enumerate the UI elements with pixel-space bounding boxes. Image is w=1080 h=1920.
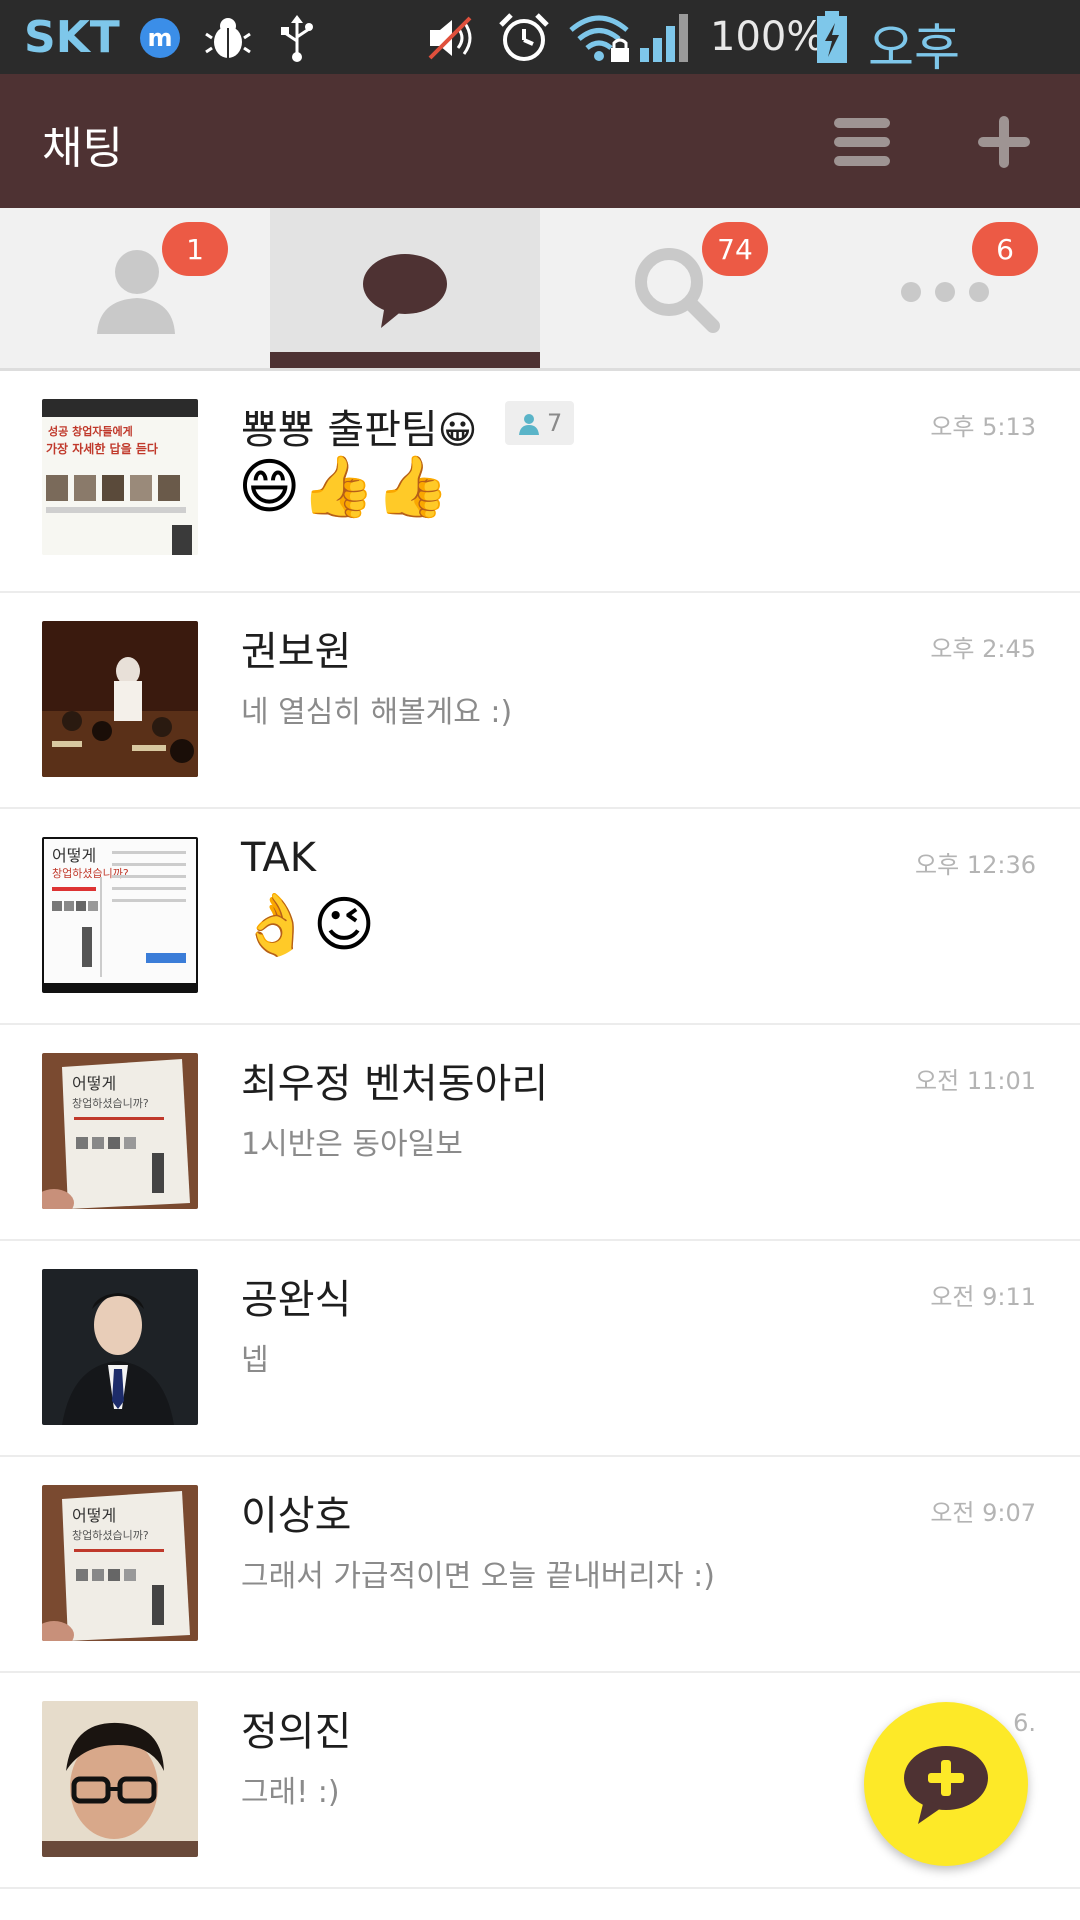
tab-chats[interactable] [270,208,540,368]
alarm-icon [494,12,554,64]
chat-time: 오후 5:13 [930,413,1036,441]
message-emoji: 👌😉 [238,890,376,960]
add-button[interactable] [972,110,1036,174]
hamburger-icon [834,118,890,166]
chat-time: 오전 11:01 [915,1067,1036,1095]
svg-text:어떻게: 어떻게 [52,846,96,865]
chat-name: 뿅뿅 출판팀😀 [241,407,478,453]
svg-text:창업하셨습니까?: 창업하셨습니까? [72,1096,149,1110]
book-cover-avatar: 성공 창업자들에게 가장 자세한 답을 듣다 [42,399,198,555]
svg-text:어떻게: 어떻게 [72,1506,116,1525]
svg-text:m: m [147,24,172,52]
chat-name: 이상호 [241,1493,352,1539]
chat-row[interactable]: 공완식 오전 9:11 넵 [0,1241,1080,1457]
active-tab-indicator [270,352,540,368]
book-page-avatar: 어떻게 창업하셨습니까? [42,837,198,993]
chat-name: 공완식 [241,1277,352,1323]
man-in-suit-avatar [42,1269,198,1425]
chat-row[interactable]: 어떻게 창업하셨습니까? 최우정 벤처동아리 오전 11:01 1시반은 동아일… [0,1025,1080,1241]
svg-text:창업하셨습니까?: 창업하셨습니까? [72,1528,149,1542]
mute-icon [420,12,484,64]
friends-badge: 1 [162,222,228,276]
chat-name: 최우정 벤처동아리 [241,1061,549,1107]
boy-with-glasses-avatar [42,1701,198,1857]
page-title: 채팅 [42,123,123,174]
plus-icon [978,116,1030,168]
battery-charging-icon [812,11,852,64]
chat-message: 그래서 가급적이면 오늘 끝내버리자 :) [241,1559,715,1594]
usb-icon [272,12,322,64]
chat-row[interactable]: 어떻게 창업하셨습니까? 이상호 오전 9:07 그래서 가급적이면 오늘 끝내… [0,1457,1080,1673]
new-chat-icon [904,1746,988,1824]
menu-button[interactable] [830,114,894,170]
chat-message: 네 열심히 해볼게요 :) [241,695,513,730]
message-emoji: 😄👍👍 [238,452,450,522]
chat-name: TAK [241,835,316,881]
book-hand-avatar: 어떻게 창업하셨습니까? [42,1485,198,1641]
chat-name: 정의진 [241,1709,352,1755]
chat-time: 6. [1013,1709,1036,1737]
wifi-lock-icon [566,12,634,64]
chat-time: 오전 9:11 [930,1283,1036,1311]
messenger-icon: m [132,12,188,64]
status-bar: SKT m 100% 오후 5:47 [0,0,1080,138]
chat-name: 권보원 [241,629,352,675]
more-badge: 6 [972,222,1038,276]
tab-search[interactable]: 74 [540,208,810,368]
tab-bar: 1 74 6 [0,208,1080,371]
svg-text:성공 창업자들에게: 성공 창업자들에게 [48,424,133,438]
chat-message: 넵 [241,1343,269,1378]
chat-row[interactable]: 성공 창업자들에게 가장 자세한 답을 듣다 뿅뿅 출판팀😀 7 오후 5:13… [0,371,1080,593]
battery-percent: 100% [710,14,825,60]
chat-message: 1시반은 동아일보 [241,1127,463,1162]
svg-text:어떻게: 어떻게 [72,1074,116,1093]
carrier-label: SKT [24,12,120,63]
chat-message: 그래! :) [241,1775,340,1810]
tab-more[interactable]: 6 [810,208,1080,368]
chat-bubble-icon [363,254,447,328]
person-icon [519,414,539,435]
debug-bug-icon [200,12,256,64]
new-chat-button[interactable] [864,1702,1028,1866]
chat-time: 오후 2:45 [930,635,1036,663]
chat-list: 성공 창업자들에게 가장 자세한 답을 듣다 뿅뿅 출판팀😀 7 오후 5:13… [0,371,1080,1889]
signal-icon [636,12,696,64]
tab-friends[interactable]: 1 [0,208,270,368]
chat-row[interactable]: 권보원 오후 2:45 네 열심히 해볼게요 :) [0,593,1080,809]
svg-text:가장 자세한 답을 듣다: 가장 자세한 답을 듣다 [46,441,158,456]
chat-time: 오후 12:36 [915,851,1036,879]
search-badge: 74 [702,222,768,276]
app-bar: 채팅 [0,74,1080,208]
orchestra-avatar [42,621,198,777]
book-hand-avatar: 어떻게 창업하셨습니까? [42,1053,198,1209]
member-count-value: 7 [547,409,563,437]
member-count: 7 [505,401,575,445]
chat-row[interactable]: 어떻게 창업하셨습니까? TAK 오후 12:36 👌😉 [0,809,1080,1025]
chat-time: 오전 9:07 [930,1499,1036,1527]
